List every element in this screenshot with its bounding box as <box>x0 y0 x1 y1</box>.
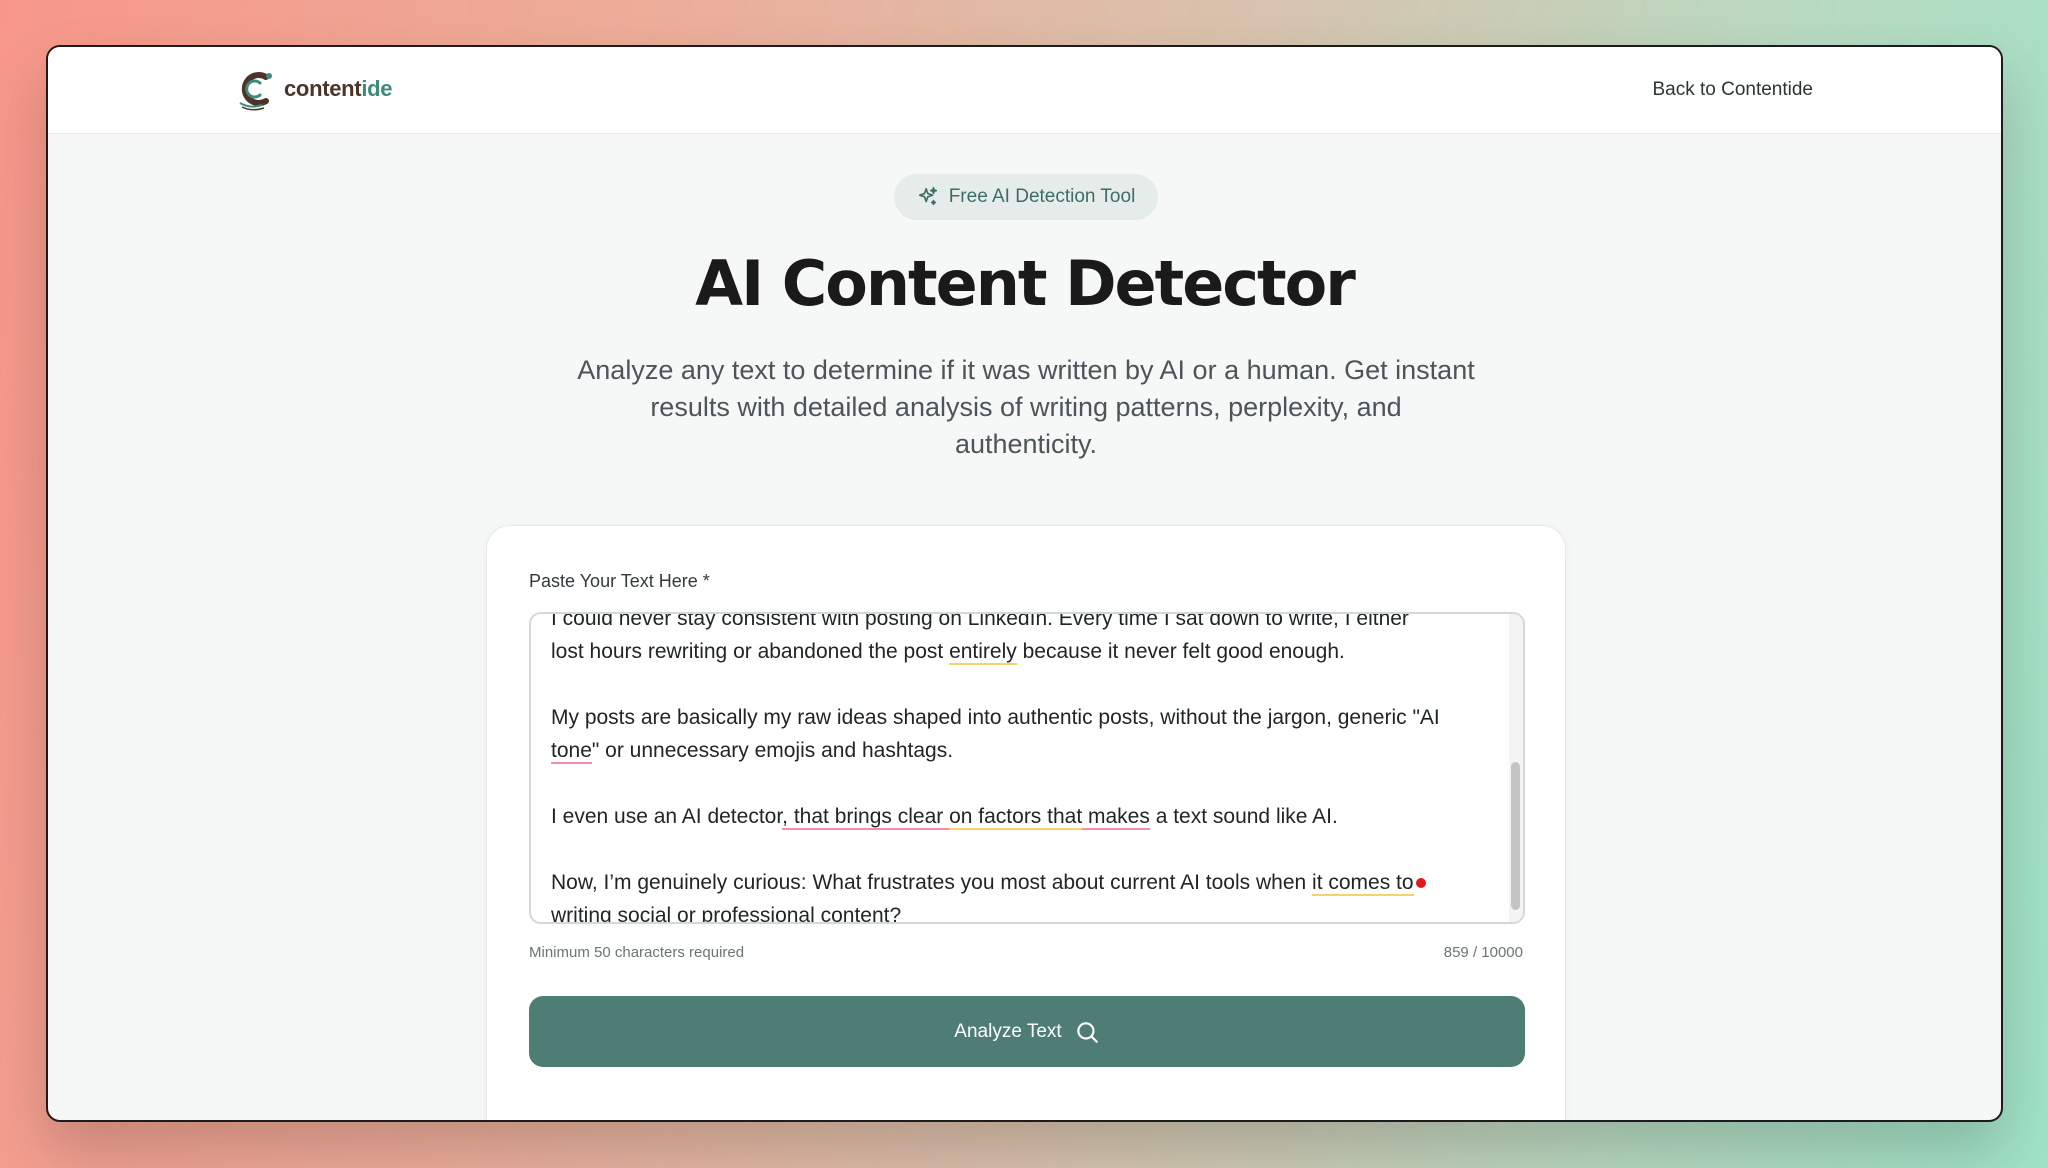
text-segment: because it never felt good enough. <box>1016 640 1345 663</box>
text-segment: I even use an AI detector <box>551 805 783 828</box>
character-counter: 859 / 10000 <box>1443 944 1523 961</box>
logo-wordmark: contentide <box>284 76 393 102</box>
text-segment: Now, I’m genuinely curious: What frustra… <box>551 871 1313 894</box>
flagged-phrase[interactable]: clear <box>891 805 950 830</box>
text-segment: " or unnecessary emojis and hashtags. <box>591 739 954 762</box>
search-icon <box>1076 1021 1098 1043</box>
text-segment: a text sound like AI. <box>1149 805 1338 828</box>
text-area-scrollbar[interactable] <box>1509 614 1523 922</box>
flagged-phrase[interactable]: makes <box>1082 805 1150 830</box>
logo-text-content: content <box>284 76 362 101</box>
page-subtitle: Analyze any text to determine if it was … <box>577 355 1475 459</box>
analyze-text-button[interactable]: Analyze Text <box>529 996 1525 1067</box>
flagged-phrase[interactable]: , that brings <box>782 805 892 830</box>
logo-mark-icon <box>239 72 272 111</box>
badge-label: Free AI Detection Tool <box>948 186 1136 207</box>
text-paragraph-4: Now, I’m genuinely curious: What frustra… <box>551 866 1483 924</box>
text-paragraph-1: I could never stay consistent with posti… <box>551 612 1483 668</box>
back-to-contentide-link[interactable]: Back to Contentide <box>1652 79 1813 101</box>
sparkles-icon <box>918 187 937 206</box>
text-input-area[interactable]: I could never stay consistent with posti… <box>529 612 1525 924</box>
contentide-logo[interactable]: contentide <box>236 67 393 111</box>
top-navigation-bar: contentide Back to Contentide <box>48 47 2001 134</box>
text-segment: lost hours rewriting or abandoned the po… <box>551 640 950 663</box>
flagged-phrase[interactable]: it comes to <box>1312 871 1414 896</box>
flagged-phrase[interactable]: tone <box>551 739 592 764</box>
flagged-phrase[interactable]: on factors that <box>949 805 1083 830</box>
minimum-characters-hint: Minimum 50 characters required <box>529 944 745 961</box>
text-paragraph-3: I even use an AI detector, that brings c… <box>551 800 1483 833</box>
text-line-partial: I could never stay consistent with posti… <box>551 612 1409 630</box>
logo-text-ide: ide <box>361 76 393 101</box>
text-segment: My posts are basically my raw ideas shap… <box>551 706 1440 729</box>
text-segment: writing social or professional content? <box>551 904 902 924</box>
grammar-marker-icon[interactable] <box>1415 878 1426 889</box>
browser-window: contentide Back to Contentide Free AI De… <box>46 45 2003 1122</box>
analyze-button-label: Analyze Text <box>954 1020 1062 1042</box>
detector-form-card: Paste Your Text Here * I could never sta… <box>486 525 1566 1120</box>
page-title: AI Content Detector <box>695 247 1356 320</box>
text-paragraph-2: My posts are basically my raw ideas shap… <box>551 701 1483 767</box>
text-input-content[interactable]: I could never stay consistent with posti… <box>551 612 1483 924</box>
free-tool-badge: Free AI Detection Tool <box>894 174 1158 220</box>
flagged-phrase[interactable]: entirely <box>949 640 1017 665</box>
scrollbar-thumb[interactable] <box>1511 762 1520 910</box>
text-input-label: Paste Your Text Here * <box>529 571 710 591</box>
